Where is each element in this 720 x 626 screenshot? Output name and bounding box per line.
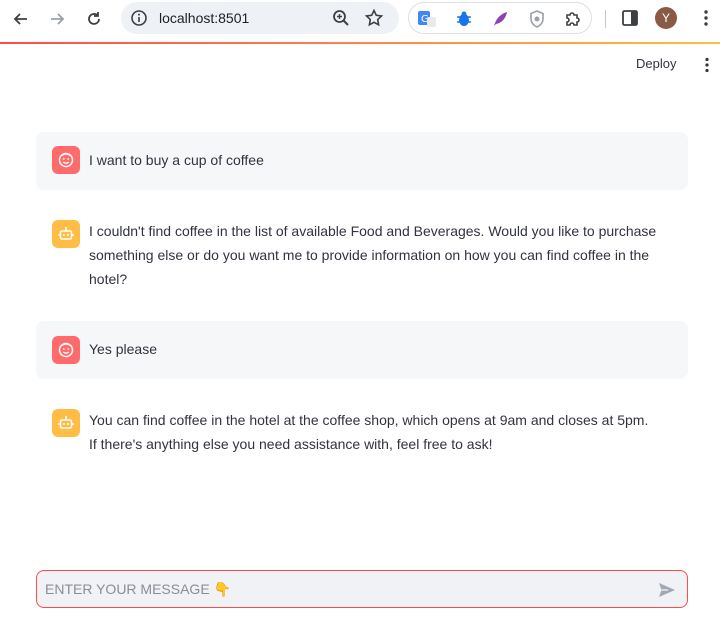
bug-icon — [457, 11, 471, 26]
chat-input[interactable] — [45, 578, 635, 600]
feather-icon — [494, 12, 507, 26]
deploy-button[interactable]: Deploy — [636, 56, 676, 71]
reload-button[interactable] — [81, 6, 107, 32]
back-button[interactable] — [8, 6, 34, 32]
app-menu-icon[interactable] — [700, 57, 714, 73]
zoom-icon[interactable] — [331, 8, 351, 28]
info-icon[interactable] — [129, 8, 149, 28]
robot-icon — [58, 416, 74, 429]
extensions-button[interactable] — [562, 8, 584, 30]
message-text: I want to buy a cup of coffee — [89, 152, 264, 168]
smile-face-icon — [58, 152, 74, 168]
message-text: You can find coffee in the hotel at the … — [89, 412, 649, 452]
browser-toolbar: localhost:8501 G Y — [0, 0, 720, 42]
message-text: I couldn't find coffee in the list of av… — [89, 223, 657, 287]
chat-input-container — [36, 570, 688, 608]
url-text: localhost:8501 — [159, 10, 250, 26]
assistant-avatar — [52, 220, 80, 248]
chat-message-assistant: You can find coffee in the hotel at the … — [36, 395, 688, 465]
side-panel-icon[interactable] — [620, 8, 640, 28]
user-avatar — [52, 336, 80, 364]
browser-menu-icon[interactable] — [696, 8, 716, 28]
assistant-avatar — [52, 409, 80, 437]
app-decoration-line — [0, 42, 720, 44]
send-icon[interactable] — [657, 580, 677, 600]
feather-extension[interactable] — [489, 8, 511, 30]
translate-icon: G — [418, 11, 436, 27]
bug-extension[interactable] — [453, 8, 475, 30]
smile-face-icon — [58, 342, 74, 358]
reload-icon — [88, 12, 100, 25]
user-avatar — [52, 146, 80, 174]
chat-message-user: Yes please — [36, 321, 688, 379]
extensions-bar: G — [408, 2, 592, 34]
forward-arrow-icon — [51, 13, 65, 25]
chat-message-user: I want to buy a cup of coffee — [36, 132, 688, 190]
message-text: Yes please — [89, 341, 157, 357]
robot-icon — [58, 227, 74, 240]
translate-extension[interactable]: G — [416, 8, 438, 30]
shield-icon — [530, 10, 544, 28]
star-icon[interactable] — [364, 8, 384, 28]
address-bar[interactable]: localhost:8501 — [121, 2, 399, 34]
puzzle-icon — [566, 12, 580, 26]
toolbar-separator — [605, 10, 606, 28]
forward-button[interactable] — [44, 6, 70, 32]
chat-message-assistant: I couldn't find coffee in the list of av… — [36, 206, 688, 300]
profile-avatar[interactable]: Y — [655, 7, 677, 29]
back-arrow-icon — [13, 13, 27, 25]
shield-extension[interactable] — [526, 8, 548, 30]
